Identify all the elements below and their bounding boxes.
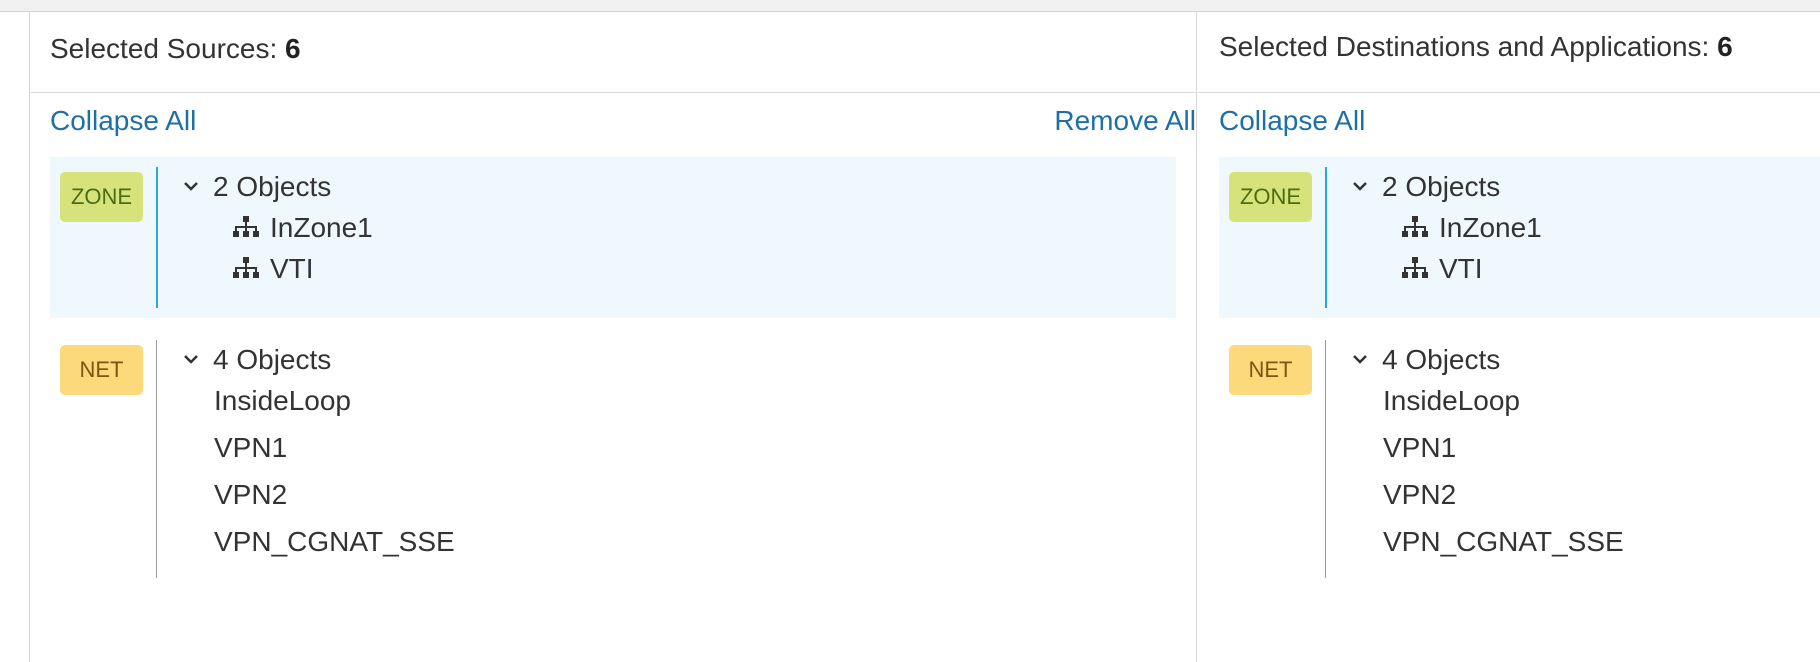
destinations-net-group-toggle[interactable]: 4 Objects	[1352, 344, 1500, 376]
destinations-net-item: VPN2	[1383, 479, 1457, 510]
left-gutter	[0, 12, 30, 662]
sources-collapse-all-link[interactable]: Collapse All	[50, 106, 196, 136]
selected-destinations-panel: Selected Destinations and Applications: …	[1198, 12, 1820, 662]
sources-net-group-header: 4 Objects	[213, 344, 332, 375]
sources-net-item: InsideLoop	[214, 385, 352, 416]
chevron-down-icon	[1352, 178, 1368, 194]
sources-net-item: VPN_CGNAT_SSE	[214, 526, 455, 557]
sources-zone-item-label: VTI	[270, 253, 314, 284]
sources-count: 6	[285, 33, 301, 64]
sources-net-item: VPN2	[214, 479, 288, 510]
destinations-net-group: NET 4 Objects InsideLoop VPN1 VPN2 VPN_C…	[1219, 330, 1820, 588]
destinations-zone-item-label: VTI	[1439, 253, 1483, 284]
zone-badge: ZONE	[1229, 172, 1312, 222]
sources-net-group: NET 4 Objects InsideLoop VPN1 VPN2 VPN_C…	[50, 330, 1176, 588]
sources-header: Selected Sources: 6	[31, 12, 1196, 93]
sources-title: Selected Sources: 6	[50, 34, 301, 64]
destinations-zone-group-header: 2 Objects	[1382, 171, 1501, 202]
group-divider	[1325, 340, 1326, 578]
sources-remove-all-link[interactable]: Remove All	[1054, 106, 1196, 136]
destinations-zone-group-toggle[interactable]: 2 Objects	[1352, 171, 1500, 203]
selected-sources-panel: Selected Sources: 6 Collapse All Remove …	[31, 12, 1197, 662]
destinations-zone-item: VTI	[1401, 253, 1483, 285]
destinations-collapse-all-link[interactable]: Collapse All	[1219, 106, 1365, 136]
net-badge: NET	[60, 345, 143, 395]
destinations-net-item: InsideLoop	[1383, 385, 1521, 416]
destinations-zone-group: ZONE 2 Objects InZone1 VTI	[1219, 157, 1820, 318]
destinations-net-group-header: 4 Objects	[1382, 344, 1501, 375]
zone-badge: ZONE	[60, 172, 143, 222]
destinations-zone-item: InZone1	[1401, 212, 1542, 244]
sources-zone-item-label: InZone1	[270, 212, 373, 243]
net-badge: NET	[1229, 345, 1312, 395]
sources-zone-item: InZone1	[232, 212, 373, 244]
chevron-down-icon	[183, 351, 199, 367]
network-hierarchy-icon	[232, 214, 260, 238]
sources-zone-group: ZONE 2 Objects InZone1 VTI	[50, 157, 1176, 318]
network-hierarchy-icon	[1401, 214, 1429, 238]
destinations-title: Selected Destinations and Applications: …	[1219, 32, 1733, 62]
destinations-header: Selected Destinations and Applications: …	[1198, 12, 1820, 93]
sources-zone-group-header: 2 Objects	[213, 171, 332, 202]
destinations-count: 6	[1717, 31, 1733, 62]
destinations-net-item: VPN1	[1383, 432, 1457, 463]
group-divider	[156, 340, 157, 578]
destinations-net-item: VPN_CGNAT_SSE	[1383, 526, 1624, 557]
group-divider	[1325, 167, 1327, 308]
network-hierarchy-icon	[232, 255, 260, 279]
destinations-zone-item-label: InZone1	[1439, 212, 1542, 243]
sources-title-label: Selected Sources:	[50, 33, 278, 64]
top-bar	[0, 0, 1820, 12]
sources-zone-item: VTI	[232, 253, 314, 285]
destinations-title-label: Selected Destinations and Applications:	[1219, 31, 1710, 62]
group-divider	[156, 167, 158, 308]
network-hierarchy-icon	[1401, 255, 1429, 279]
sources-zone-group-toggle[interactable]: 2 Objects	[183, 171, 331, 203]
sources-net-group-toggle[interactable]: 4 Objects	[183, 344, 331, 376]
sources-net-item: VPN1	[214, 432, 288, 463]
chevron-down-icon	[183, 178, 199, 194]
chevron-down-icon	[1352, 351, 1368, 367]
